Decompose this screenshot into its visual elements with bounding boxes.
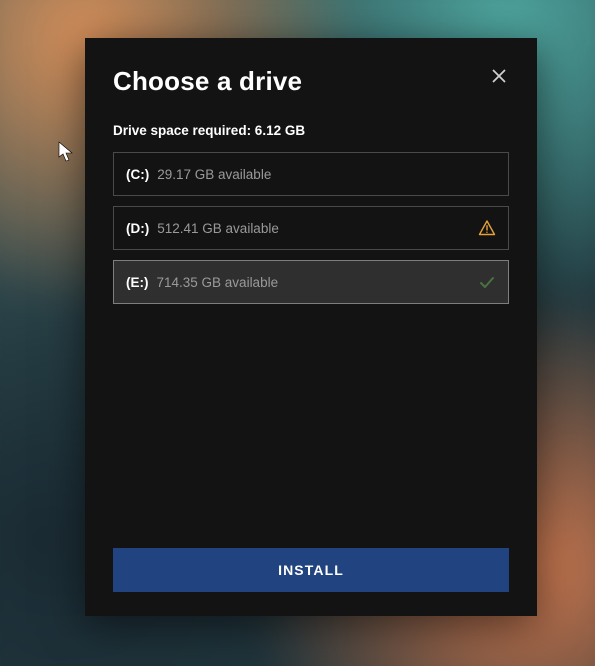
- drive-option-e[interactable]: (E:) 714.35 GB available: [113, 260, 509, 304]
- drive-letter: (C:): [126, 167, 149, 182]
- drive-letter: (E:): [126, 275, 149, 290]
- drive-available: 512.41 GB available: [157, 221, 279, 236]
- install-button[interactable]: INSTALL: [113, 548, 509, 592]
- warning-icon: [478, 219, 496, 237]
- drive-available: 29.17 GB available: [157, 167, 271, 182]
- choose-drive-dialog: Choose a drive Drive space required: 6.1…: [85, 38, 537, 616]
- space-required-label: Drive space required: 6.12 GB: [113, 123, 509, 138]
- drive-option-c[interactable]: (C:) 29.17 GB available: [113, 152, 509, 196]
- close-button[interactable]: [485, 62, 513, 90]
- drive-list: (C:) 29.17 GB available (D:) 512.41 GB a…: [113, 152, 509, 304]
- dialog-title: Choose a drive: [113, 66, 509, 97]
- check-icon: [478, 273, 496, 291]
- drive-available: 714.35 GB available: [157, 275, 279, 290]
- drive-option-d[interactable]: (D:) 512.41 GB available: [113, 206, 509, 250]
- close-icon: [492, 69, 506, 83]
- dialog-header: Choose a drive: [113, 66, 509, 123]
- drive-letter: (D:): [126, 221, 149, 236]
